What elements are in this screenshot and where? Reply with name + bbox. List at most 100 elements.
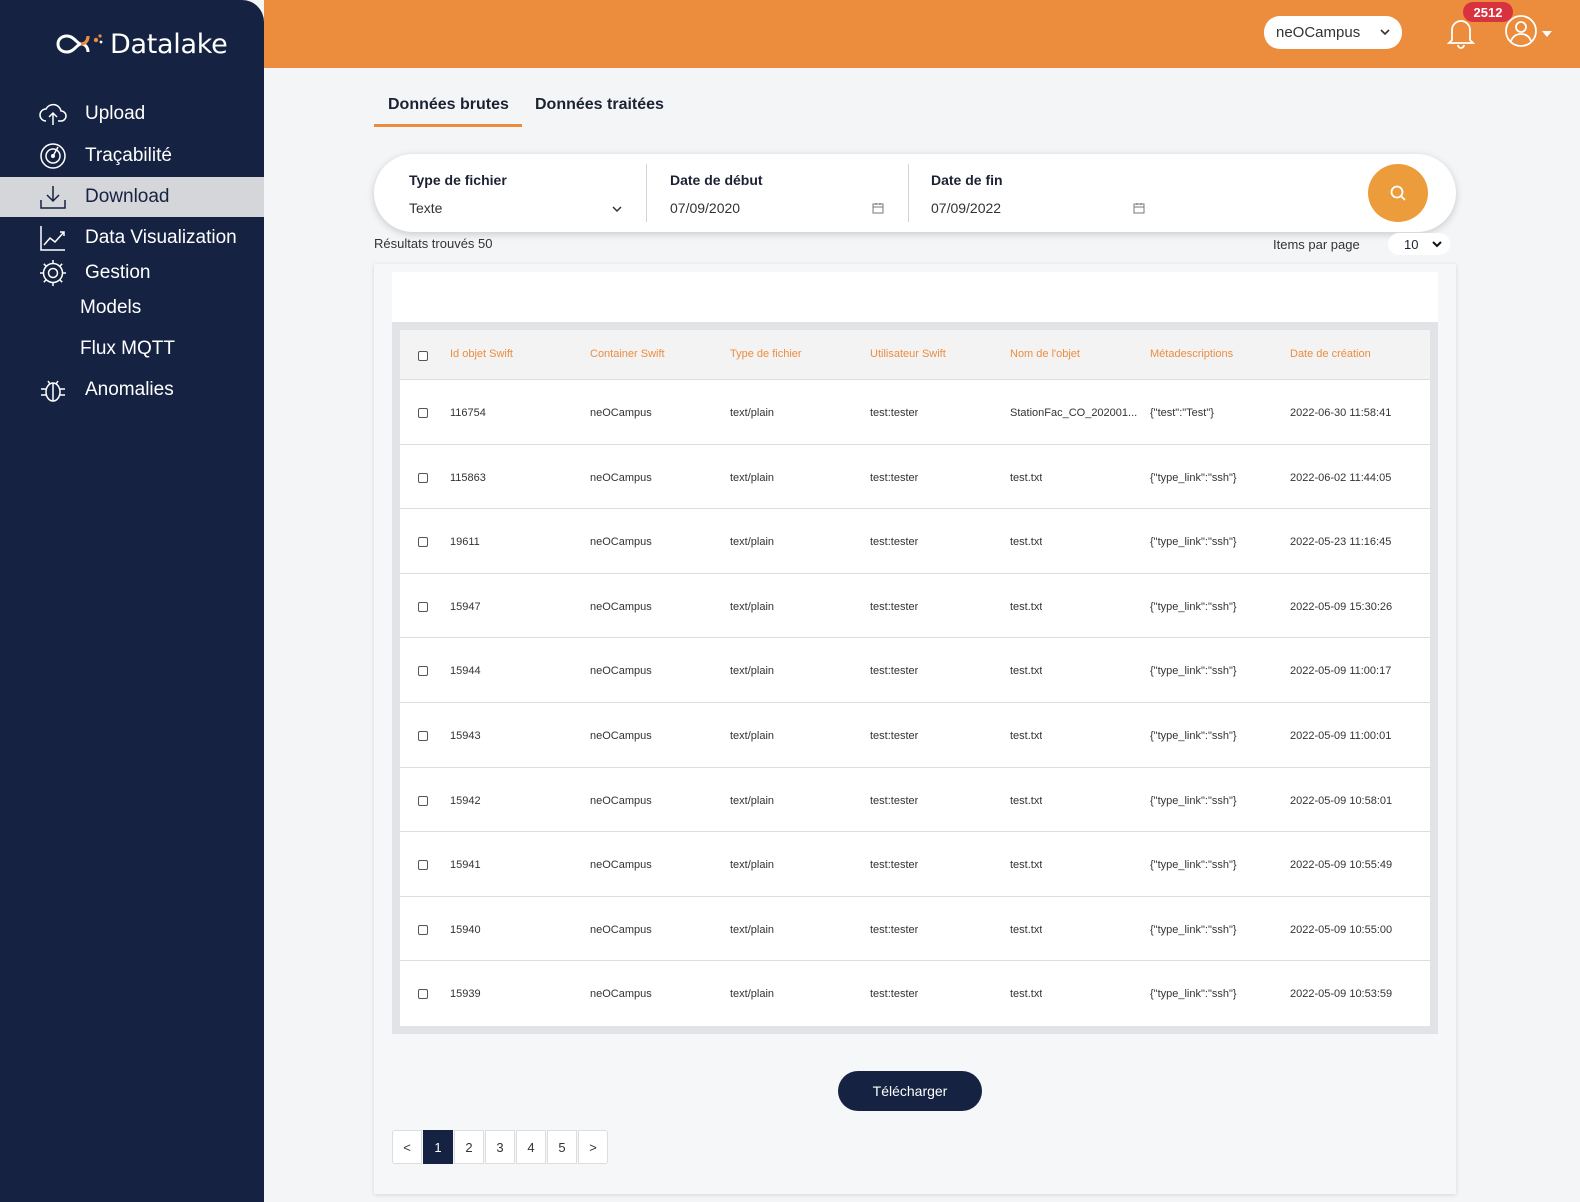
caret-down-icon[interactable] xyxy=(1541,29,1553,39)
cell-object-name: StationFac_CO_202001... xyxy=(1010,407,1138,419)
items-per-page-select[interactable]: 10 xyxy=(1388,233,1450,255)
cell-container: neOCampus xyxy=(590,536,652,549)
row-checkbox[interactable] xyxy=(418,537,428,548)
select-all-checkbox[interactable] xyxy=(418,351,428,361)
cell-metadescription: {"type_link":"ssh"} xyxy=(1150,988,1237,1001)
sidebar-item-label: Upload xyxy=(85,103,146,124)
sidebar-item-download[interactable]: Download xyxy=(0,177,264,217)
table-row[interactable]: 15944 neOCampus text/plain test:tester test.… xyxy=(400,638,1430,703)
column-header-creation-date[interactable]: Date de création xyxy=(1290,348,1371,360)
row-checkbox[interactable] xyxy=(418,795,428,806)
cell-container: neOCampus xyxy=(590,665,652,678)
pagination-page-3[interactable]: 3 xyxy=(485,1130,515,1164)
cell-creation-date: 2022-05-09 10:55:00 xyxy=(1290,923,1393,936)
table-row[interactable]: 116754 neOCampus text/plain test:tester Stat… xyxy=(400,380,1430,445)
sidebar-item-label: Anomalies xyxy=(85,379,174,400)
pagination-page-1[interactable]: 1 xyxy=(423,1130,453,1164)
pagination-next[interactable]: > xyxy=(578,1130,608,1164)
cell-container: neOCampus xyxy=(590,471,652,484)
row-checkbox[interactable] xyxy=(418,666,428,677)
column-header-metadescriptions[interactable]: Métadescriptions xyxy=(1150,348,1233,360)
search-button[interactable] xyxy=(1368,164,1428,222)
row-checkbox[interactable] xyxy=(418,408,428,418)
cell-user: test:tester xyxy=(870,536,919,549)
sidebar-subitem-flux-mqtt[interactable]: Flux MQTT xyxy=(80,338,175,360)
column-header-object-name[interactable]: Nom de l'objet xyxy=(1010,348,1080,360)
download-icon xyxy=(40,186,66,209)
sidebar-subitem-models[interactable]: Models xyxy=(80,297,141,319)
column-header-id[interactable]: Id objet Swift xyxy=(450,348,513,360)
table-row[interactable]: 15941 neOCampus text/plain test:tester test.… xyxy=(400,832,1430,897)
row-checkbox[interactable] xyxy=(418,989,428,1000)
start-date-input[interactable]: 07/09/2020 xyxy=(670,194,886,220)
tab-donnees-brutes[interactable]: Données brutes xyxy=(388,96,509,114)
table-row[interactable]: 15947 neOCampus text/plain test:tester test.… xyxy=(400,574,1430,639)
row-checkbox[interactable] xyxy=(418,472,428,483)
download-button[interactable]: Télécharger xyxy=(838,1071,982,1111)
chart-line-icon xyxy=(40,226,65,251)
cell-file-type: text/plain xyxy=(730,859,775,872)
pagination-page-5[interactable]: 5 xyxy=(547,1130,577,1164)
cell-user: test:tester xyxy=(870,407,919,419)
app-root: Datalake Upload Traçabilité Download Dat… xyxy=(0,0,1580,1202)
card-header-area xyxy=(392,272,1438,322)
pagination-page-4[interactable]: 4 xyxy=(516,1130,546,1164)
cell-object-name: test.txt xyxy=(1010,859,1043,872)
cell-file-type: text/plain xyxy=(730,471,775,484)
table-row[interactable]: 15940 neOCampus text/plain test:tester test.… xyxy=(400,897,1430,962)
app-logo[interactable]: Datalake xyxy=(52,28,228,60)
cell-object-name: test.txt xyxy=(1010,729,1043,742)
pagination-page-2[interactable]: 2 xyxy=(454,1130,484,1164)
cell-object-name: test.txt xyxy=(1010,794,1043,807)
cell-creation-date: 2022-05-09 10:55:49 xyxy=(1290,859,1393,872)
chevron-down-icon xyxy=(1380,29,1390,36)
app-name: Datalake xyxy=(110,28,228,60)
cell-metadescription: {"type_link":"ssh"} xyxy=(1150,794,1237,807)
cell-id: 19611 xyxy=(450,536,480,549)
row-checkbox[interactable] xyxy=(418,601,428,612)
cell-metadescription: {"test":"Test"} xyxy=(1150,407,1214,419)
chevron-down-icon xyxy=(1432,241,1442,248)
table-row[interactable]: 15939 neOCampus text/plain test:tester test.… xyxy=(400,961,1430,1026)
cell-creation-date: 2022-05-09 10:53:59 xyxy=(1290,988,1393,1001)
pagination-prev[interactable]: < xyxy=(392,1130,422,1164)
cell-container: neOCampus xyxy=(590,794,652,807)
table-row[interactable]: 115863 neOCampus text/plain test:tester test… xyxy=(400,445,1430,510)
column-header-container[interactable]: Container Swift xyxy=(590,348,665,360)
results-card: Id objet Swift Container Swift Type de f… xyxy=(374,264,1456,1194)
tenant-selector[interactable]: neOCampus xyxy=(1264,16,1402,49)
column-header-file-type[interactable]: Type de fichier xyxy=(730,348,802,360)
cell-metadescription: {"type_link":"ssh"} xyxy=(1150,665,1237,678)
cell-file-type: text/plain xyxy=(730,794,775,807)
table-row[interactable]: 19611 neOCampus text/plain test:tester test.… xyxy=(400,509,1430,574)
start-date-value: 07/09/2020 xyxy=(670,200,741,216)
sidebar-item-tracabilite[interactable]: Traçabilité xyxy=(0,136,264,176)
row-checkbox[interactable] xyxy=(418,730,428,741)
cell-id: 15943 xyxy=(450,729,481,742)
cell-container: neOCampus xyxy=(590,923,652,936)
results-table: Id objet Swift Container Swift Type de f… xyxy=(392,322,1438,1034)
cell-creation-date: 2022-05-23 11:16:45 xyxy=(1290,536,1392,549)
cell-container: neOCampus xyxy=(590,729,652,742)
row-checkbox[interactable] xyxy=(418,924,428,935)
end-date-input[interactable]: 07/09/2022 xyxy=(931,194,1147,220)
column-header-user[interactable]: Utilisateur Swift xyxy=(870,348,946,360)
tab-donnees-traitees[interactable]: Données traitées xyxy=(535,96,664,114)
cell-object-name: test.txt xyxy=(1010,536,1043,549)
calendar-icon[interactable] xyxy=(872,202,884,214)
table-row[interactable]: 15942 neOCampus text/plain test:tester test.… xyxy=(400,768,1430,833)
user-avatar-icon[interactable] xyxy=(1504,14,1538,48)
radar-icon xyxy=(40,143,66,169)
sidebar-item-data-visualization[interactable]: Data Visualization xyxy=(0,218,264,258)
calendar-icon[interactable] xyxy=(1133,202,1145,214)
table-row[interactable]: 15943 neOCampus text/plain test:tester test.… xyxy=(400,703,1430,768)
cell-object-name: test.txt xyxy=(1010,471,1043,484)
sidebar-item-gestion[interactable]: Gestion xyxy=(0,253,264,293)
row-checkbox[interactable] xyxy=(418,860,428,871)
cell-file-type: text/plain xyxy=(730,988,775,1001)
file-type-select[interactable]: Texte xyxy=(409,194,625,220)
cell-user: test:tester xyxy=(870,471,919,484)
sidebar-item-anomalies[interactable]: Anomalies xyxy=(0,370,264,410)
cell-metadescription: {"type_link":"ssh"} xyxy=(1150,600,1237,613)
sidebar-item-upload[interactable]: Upload xyxy=(0,94,264,134)
